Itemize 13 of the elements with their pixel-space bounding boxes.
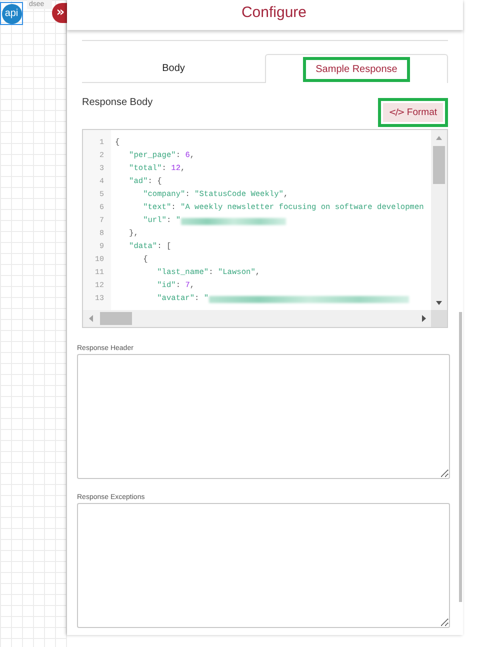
tab[interactable]: Sample Response xyxy=(265,54,448,83)
collapse-button[interactable]: » xyxy=(52,3,67,23)
response-header-field[interactable] xyxy=(77,354,450,479)
scrollbar-corner xyxy=(431,310,447,327)
vertical-scrollbar[interactable] xyxy=(431,130,447,311)
format-button[interactable]: </> Format xyxy=(382,103,443,122)
tab[interactable]: Body xyxy=(82,54,265,82)
section-label: Response Body xyxy=(82,97,153,108)
panel-scrollbar[interactable] xyxy=(459,312,462,602)
code-icon: </> xyxy=(388,108,404,118)
response-exceptions-field[interactable] xyxy=(77,503,450,628)
panel-title: Configure xyxy=(67,0,463,30)
horizontal-scrollbar[interactable] xyxy=(83,310,431,327)
